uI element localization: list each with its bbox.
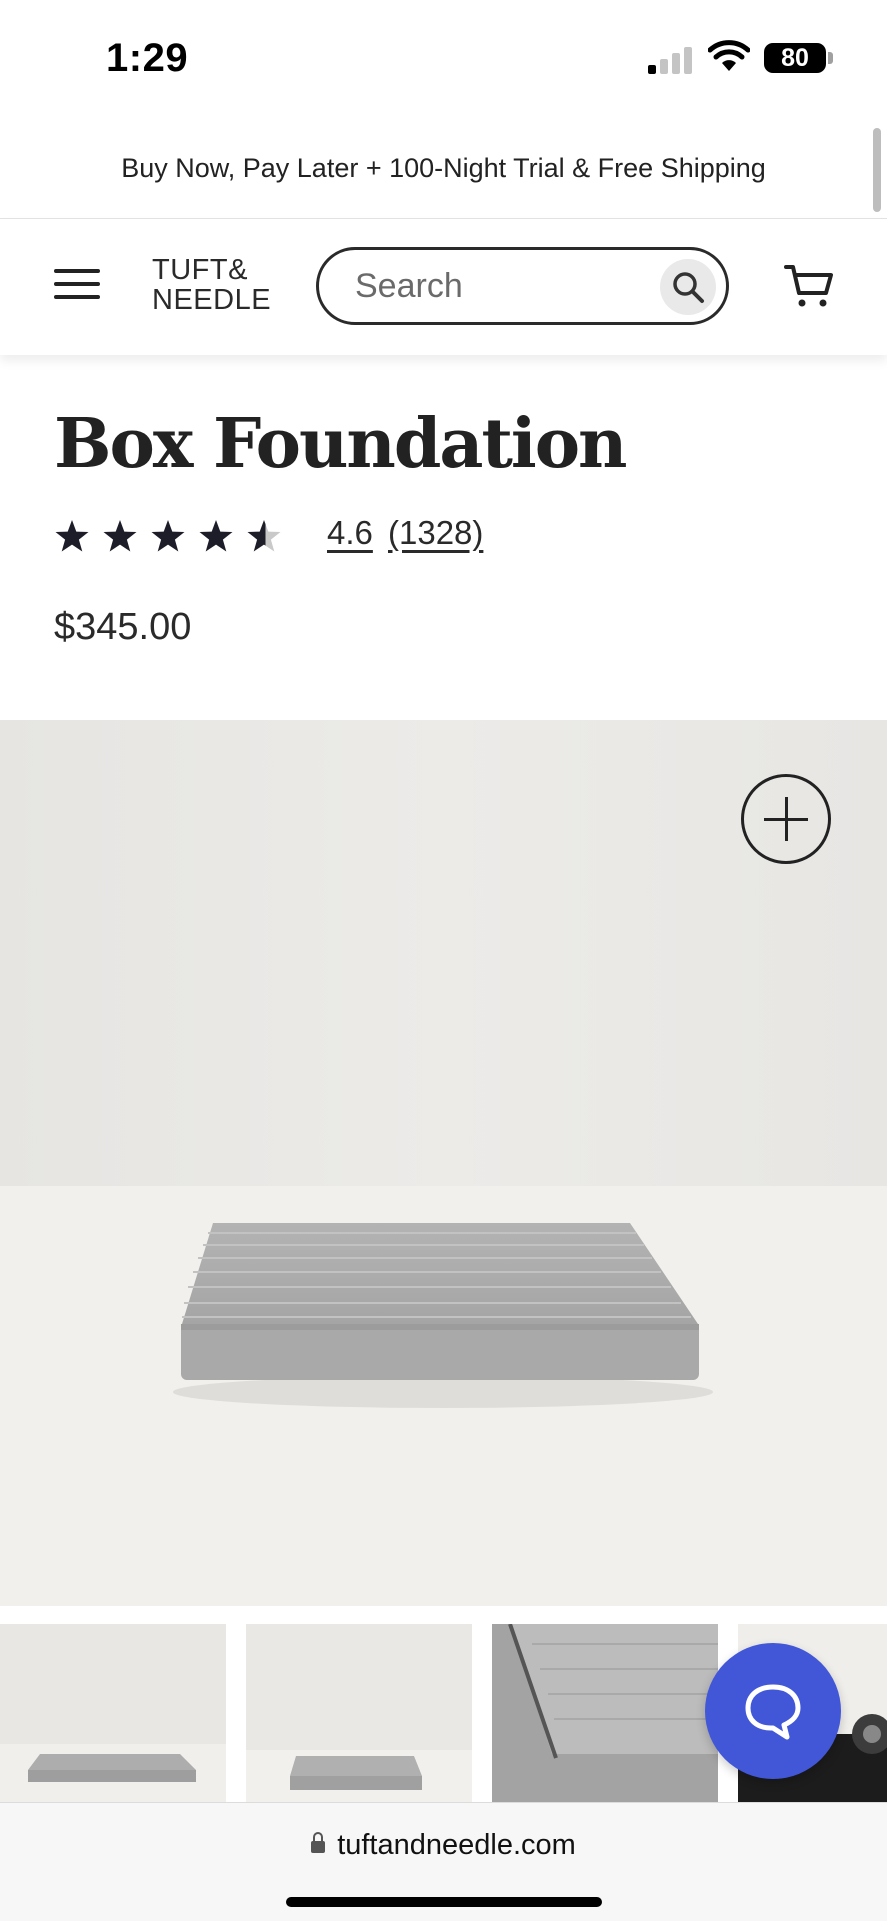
search-bar[interactable] (316, 247, 729, 325)
status-bar: 1:29 80 (0, 0, 887, 118)
star-icon (103, 520, 137, 552)
rating-value-link[interactable]: 4.6 (327, 514, 373, 552)
site-header: TUFT& NEEDLE (0, 219, 887, 355)
rating-stars[interactable] (54, 516, 294, 556)
star-icon (55, 520, 89, 552)
search-input[interactable] (355, 264, 655, 308)
box-foundation-image (0, 720, 887, 1606)
thumbnail-3[interactable] (492, 1624, 718, 1802)
logo[interactable]: TUFT& NEEDLE (152, 254, 272, 319)
url-display[interactable]: tuftandneedle.com (0, 1829, 887, 1862)
battery-icon: 80 (764, 43, 826, 73)
chat-icon (745, 1684, 801, 1740)
url-text: tuftandneedle.com (337, 1829, 576, 1861)
browser-address-bar[interactable]: tuftandneedle.com (0, 1802, 887, 1921)
review-count-link[interactable]: (1328) (388, 514, 483, 552)
cellular-signal-icon (648, 46, 692, 74)
battery-cap (828, 52, 833, 64)
thumbnail-1[interactable] (0, 1624, 226, 1802)
star-icon (199, 520, 233, 552)
half-star-icon (247, 520, 281, 552)
product-hero-image[interactable] (0, 720, 887, 1606)
zoom-button[interactable] (741, 774, 831, 864)
home-indicator[interactable] (286, 1897, 602, 1907)
chat-button[interactable] (705, 1643, 841, 1779)
lock-icon (311, 1832, 326, 1853)
logo-line-1: TUFT& (152, 254, 248, 286)
menu-icon[interactable] (54, 265, 100, 303)
search-button[interactable] (660, 259, 716, 315)
cart-icon[interactable] (784, 263, 834, 309)
status-time: 1:29 (106, 36, 189, 80)
thumbnail-2[interactable] (246, 1624, 472, 1802)
search-icon (673, 272, 704, 303)
product-price: $345.00 (54, 606, 192, 648)
promo-banner[interactable]: Buy Now, Pay Later + 100-Night Trial & F… (0, 118, 887, 220)
page-scrollbar[interactable] (873, 128, 881, 212)
wifi-icon (708, 40, 750, 71)
promo-text: Buy Now, Pay Later + 100-Night Trial & F… (121, 152, 766, 183)
product-title: Box Foundation (54, 404, 627, 484)
star-icon (151, 520, 185, 552)
logo-line-2: NEEDLE (152, 284, 272, 316)
